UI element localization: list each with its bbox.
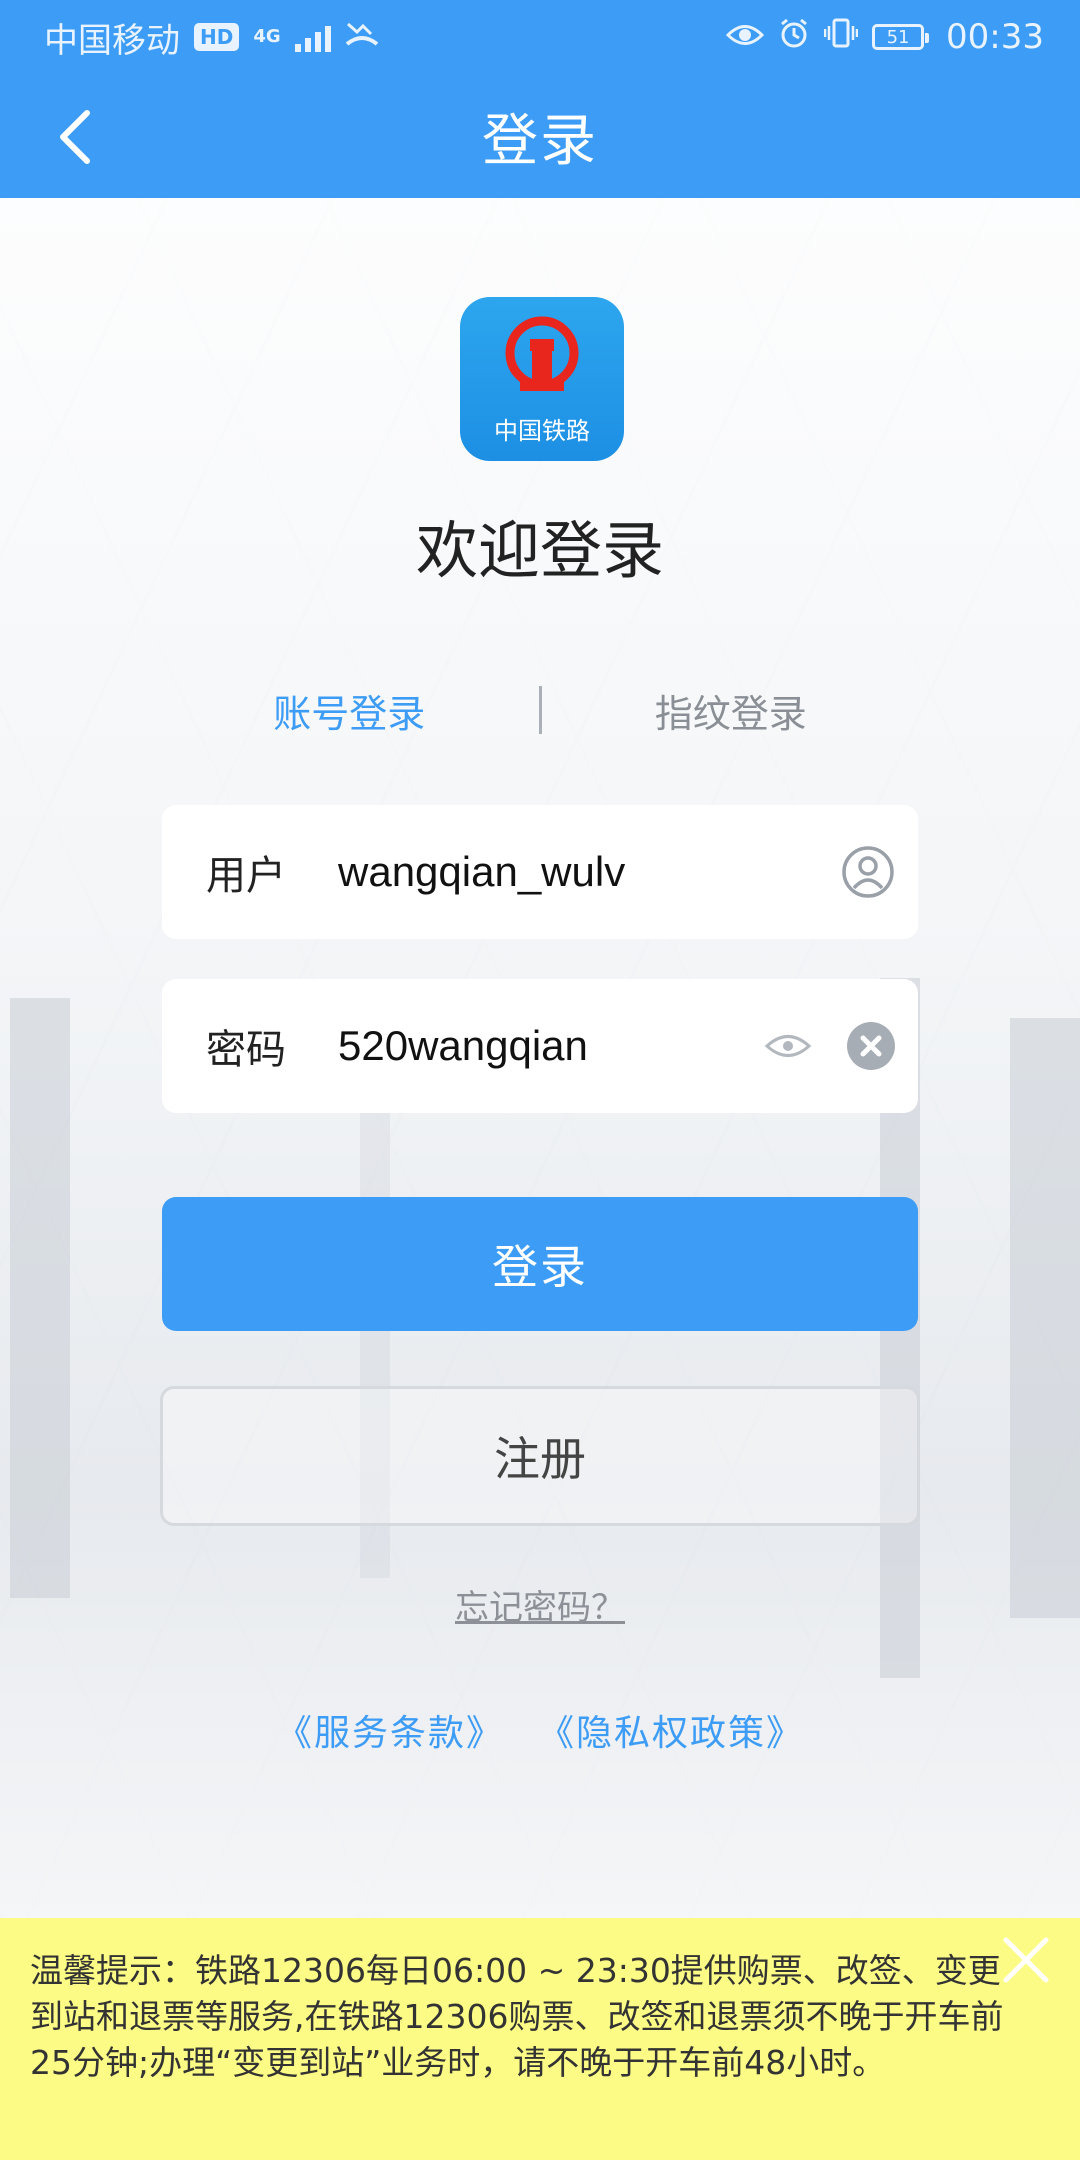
terms-of-service-link[interactable]: 《服务条款》	[276, 1704, 504, 1756]
password-input[interactable]: 520wangqian	[338, 1022, 764, 1070]
clear-password-button[interactable]	[846, 1021, 896, 1071]
clock-time: 00:33	[946, 17, 1044, 57]
eye-icon	[764, 1035, 812, 1057]
username-input[interactable]: wangqian_wulv	[338, 848, 840, 896]
missed-call-icon	[345, 17, 379, 57]
policy-links: 《服务条款》 《隐私权政策》	[0, 1704, 1080, 1756]
status-left: 中国移动 HD 4G	[44, 13, 379, 62]
signal-icon	[294, 22, 331, 52]
welcome-heading: 欢迎登录	[415, 514, 664, 587]
app-logo: 中国铁路	[460, 297, 624, 461]
password-field[interactable]: 密码 520wangqian	[162, 979, 918, 1113]
notice-text: 温馨提示：铁路12306每日06:00 ~ 23:30提供购票、改签、变更到站和…	[30, 1951, 1004, 2082]
username-label: 用户	[206, 853, 286, 899]
privacy-policy-link[interactable]: 《隐私权政策》	[538, 1704, 804, 1756]
chevron-left-icon	[60, 110, 90, 164]
login-button[interactable]: 登录	[162, 1197, 918, 1331]
eye-comfort-icon	[725, 17, 765, 57]
vibrate-icon	[823, 17, 859, 58]
app-header: 登录	[0, 74, 1080, 198]
tab-fingerprint-login[interactable]: 指纹登录	[542, 683, 921, 738]
toggle-password-visibility-button[interactable]	[764, 1031, 812, 1061]
register-button[interactable]: 注册	[160, 1386, 920, 1526]
status-right: 51 00:33	[725, 17, 1044, 58]
china-railway-logo-icon	[505, 316, 579, 391]
hd-icon: HD	[194, 23, 240, 51]
battery-icon: 51	[872, 24, 930, 50]
password-label: 密码	[206, 1027, 286, 1073]
clear-icon	[847, 1022, 895, 1070]
alarm-icon	[778, 17, 810, 58]
network-type-icon: 4G	[253, 26, 281, 47]
close-icon	[1003, 1937, 1049, 1983]
user-icon	[842, 846, 894, 898]
username-field[interactable]: 用户 wangqian_wulv	[162, 805, 918, 939]
forgot-password-link[interactable]: 忘记密码？	[455, 1588, 625, 1628]
tab-account-login[interactable]: 账号登录	[160, 683, 539, 738]
carrier-name: 中国移动	[44, 20, 180, 61]
notice-close-button[interactable]	[998, 1932, 1054, 1988]
logo-label: 中国铁路	[494, 416, 590, 445]
notice-banner: 温馨提示：铁路12306每日06:00 ~ 23:30提供购票、改签、变更到站和…	[0, 1918, 1080, 2160]
forgot-password-row: 忘记密码？	[0, 1580, 1080, 1629]
back-button[interactable]	[40, 102, 110, 172]
account-select-button[interactable]	[840, 844, 896, 900]
login-tabs: 账号登录 指纹登录	[160, 680, 920, 740]
page-title: 登录	[482, 108, 598, 174]
status-bar: 中国移动 HD 4G 51 00:33	[0, 0, 1080, 74]
